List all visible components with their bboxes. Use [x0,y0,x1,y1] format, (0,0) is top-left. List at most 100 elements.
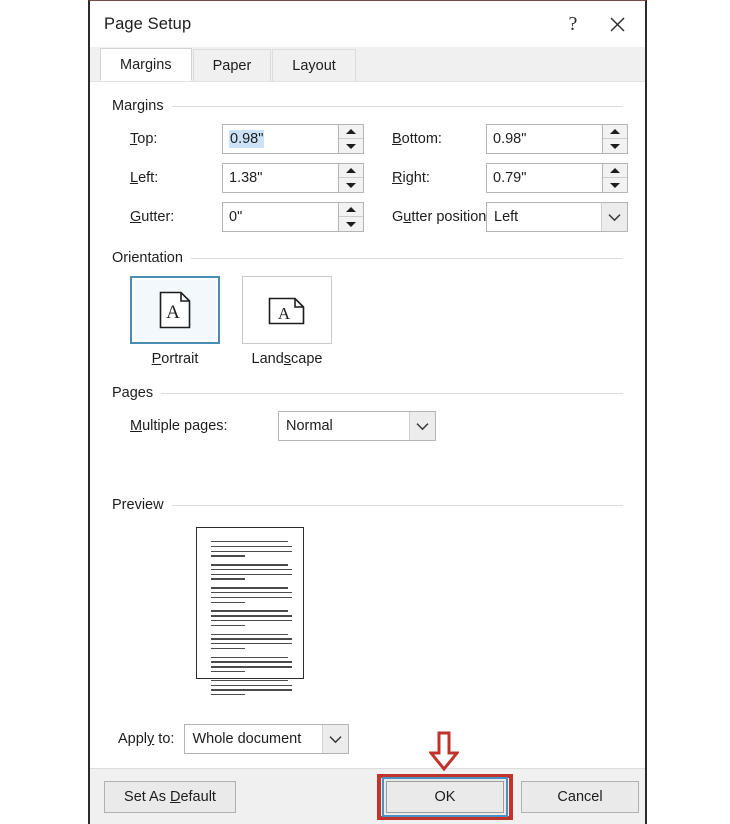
screenshot-root: Page Setup ? Margins Paper Layout Margin… [0,0,730,824]
orientation-group-header: Orientation [112,250,623,266]
group-divider [171,105,623,107]
triangle-up-icon [346,129,356,134]
gutter-spin-buttons[interactable] [338,202,364,232]
top-margin-stepper[interactable]: 0.98" [222,124,364,154]
chevron-down-icon[interactable] [409,412,435,440]
apply-to-row: Apply to: Whole document [112,724,350,754]
page-setup-dialog: Page Setup ? Margins Paper Layout Margin… [88,0,647,824]
margins-fields: Top: 0.98" Bottom: 0.98" Left: 1.38" Rig… [112,124,628,232]
set-as-default-button[interactable]: Set As Default [104,780,236,813]
top-margin-value: 0.98" [229,130,265,148]
gutter-spin-down[interactable] [339,217,363,231]
right-margin-label: Right: [392,170,430,186]
triangle-up-icon [610,168,620,173]
triangle-down-icon [346,182,356,188]
pages-group-label: Pages [112,385,154,401]
orientation-option-landscape[interactable]: A Landscape [242,276,332,367]
triangle-up-icon [346,207,356,212]
right-margin-spin-up[interactable] [603,164,627,178]
triangle-down-icon [610,143,620,149]
dialog-footer: Set As Default OK Cancel [90,768,645,824]
cancel-button-wrapper: Cancel [521,781,639,813]
top-margin-spin-buttons[interactable] [338,124,364,154]
bottom-margin-spin-up[interactable] [603,125,627,139]
bottom-margin-stepper[interactable]: 0.98" [486,124,628,154]
gutter-position-select[interactable]: Left [486,202,628,232]
multiple-pages-value: Normal [286,418,333,434]
pages-group-header: Pages [112,385,623,401]
preview-group-header: Preview [112,497,623,513]
group-divider [190,257,623,259]
red-down-arrow-annotation [429,731,459,771]
gutter-position-label: Gutter position: [392,209,491,225]
left-margin-stepper[interactable]: 1.38" [222,163,364,193]
dialog-title: Page Setup [104,14,192,33]
triangle-up-icon [610,129,620,134]
left-margin-label: Left: [130,170,159,186]
multiple-pages-select[interactable]: Normal [278,411,436,441]
left-margin-spin-buttons[interactable] [338,163,364,193]
bottom-margin-spin-buttons[interactable] [602,124,628,154]
orientation-options: A Portrait A Landscape [112,276,623,367]
right-margin-stepper[interactable]: 0.79" [486,163,628,193]
apply-to-value: Whole document [192,731,302,747]
ok-focus-ring: OK [382,777,508,817]
top-margin-spin-down[interactable] [339,139,363,153]
chevron-down-icon[interactable] [601,203,627,231]
triangle-up-icon [346,168,356,173]
right-margin-spin-down[interactable] [603,178,627,192]
bottom-margin-value: 0.98" [493,131,527,147]
portrait-label: Portrait [151,351,199,367]
left-margin-spin-up[interactable] [339,164,363,178]
left-margin-spin-down[interactable] [339,178,363,192]
set-as-default-label: Set As Default [124,788,216,805]
triangle-down-icon [346,143,356,149]
help-icon[interactable]: ? [551,6,595,42]
tab-margins[interactable]: Margins [100,48,192,81]
tab-layout[interactable]: Layout [272,49,356,81]
right-margin-spin-buttons[interactable] [602,163,628,193]
top-margin-label: Top: [130,131,158,147]
left-margin-input[interactable]: 1.38" [222,163,338,193]
margins-group-header: Margins [112,98,623,114]
apply-to-label: Apply to: [118,731,175,747]
preview-area [112,527,623,696]
multiple-pages-label: Multiple pages: [130,418,228,434]
gutter-stepper[interactable]: 0" [222,202,364,232]
group-divider [171,504,623,506]
gutter-input[interactable]: 0" [222,202,338,232]
top-margin-spin-up[interactable] [339,125,363,139]
triangle-down-icon [346,221,356,227]
close-icon[interactable] [595,6,639,42]
margins-group-label: Margins [112,98,164,114]
svg-text:A: A [278,304,291,323]
apply-to-select[interactable]: Whole document [184,724,350,754]
right-margin-input[interactable]: 0.79" [486,163,602,193]
landscape-label: Landscape [251,351,323,367]
orientation-option-portrait[interactable]: A Portrait [130,276,220,367]
bottom-margin-spin-down[interactable] [603,139,627,153]
gutter-spin-up[interactable] [339,203,363,217]
ok-button-highlight-annotation: OK [377,774,513,820]
left-margin-value: 1.38" [229,170,263,186]
bottom-margin-input[interactable]: 0.98" [486,124,602,154]
bottom-margin-label: Bottom: [392,131,442,147]
tab-margins-label: Margins [120,56,172,73]
ok-label: OK [434,789,456,805]
help-glyph: ? [568,13,578,35]
gutter-position-value: Left [494,209,519,225]
ok-button[interactable]: OK [386,781,504,813]
landscape-button[interactable]: A [242,276,332,344]
tab-layout-label: Layout [292,57,336,74]
tab-paper-label: Paper [212,57,252,74]
chevron-down-icon[interactable] [322,725,349,753]
gutter-value: 0" [229,209,243,225]
tab-paper[interactable]: Paper [192,49,272,81]
page-preview [196,527,304,696]
landscape-page-icon: A [268,297,305,325]
gutter-label: Gutter: [130,209,175,225]
top-margin-input[interactable]: 0.98" [222,124,338,154]
cancel-button[interactable]: Cancel [521,781,639,813]
group-divider [161,392,623,394]
portrait-button[interactable]: A [130,276,220,344]
